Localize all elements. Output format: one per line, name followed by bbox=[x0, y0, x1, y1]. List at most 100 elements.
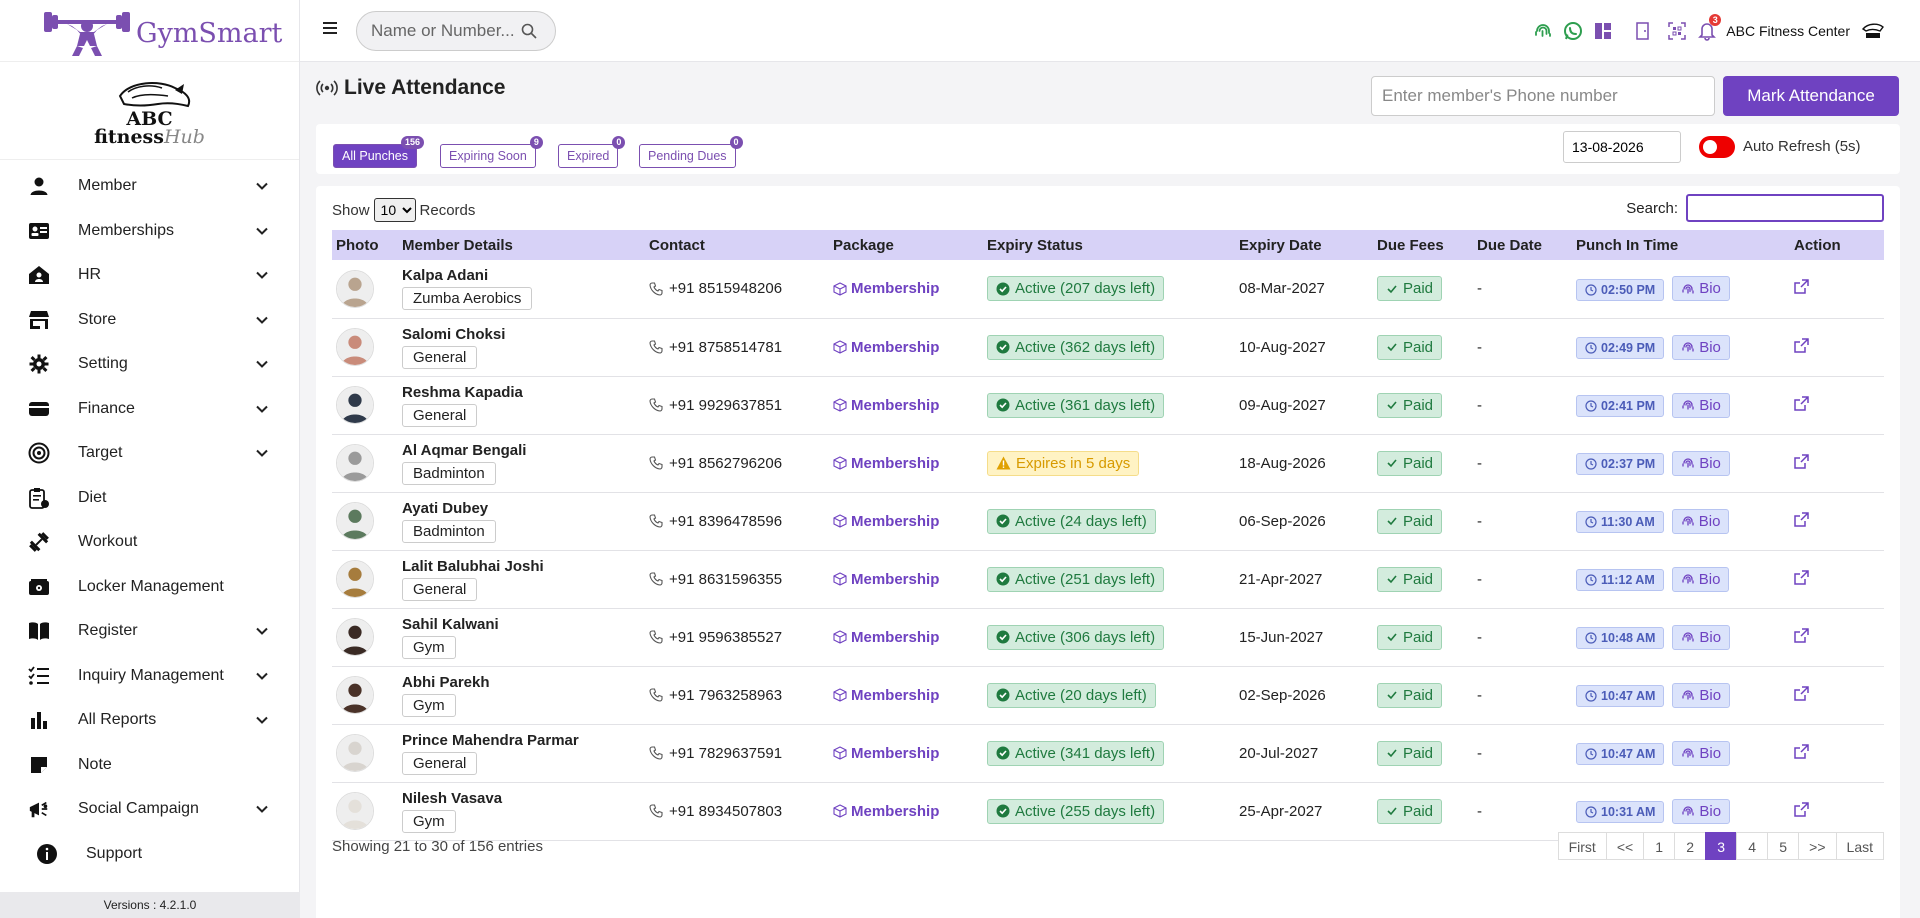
member-photo[interactable] bbox=[336, 269, 374, 308]
column-header-action[interactable]: Action bbox=[1790, 230, 1884, 260]
sidebar-item-locker-management[interactable]: Locker Management bbox=[0, 565, 299, 610]
date-picker-input[interactable] bbox=[1563, 131, 1681, 163]
dashboard-layout-icon[interactable] bbox=[1588, 16, 1618, 46]
sidebar-item-note[interactable]: Note bbox=[0, 743, 299, 788]
pagination-page-2[interactable]: 2 bbox=[1674, 832, 1707, 860]
sidebar-item-inquiry-management[interactable]: Inquiry Management bbox=[0, 654, 299, 699]
member-photo[interactable] bbox=[336, 560, 374, 598]
sidebar-item-finance[interactable]: Finance bbox=[0, 387, 299, 432]
table-search-input[interactable] bbox=[1686, 194, 1884, 222]
door-icon[interactable] bbox=[1628, 16, 1658, 46]
qr-scan-icon[interactable] bbox=[1662, 16, 1692, 46]
column-header-due-date[interactable]: Due Date bbox=[1473, 230, 1572, 260]
table-row[interactable]: Salomi Choksi General +91 8758514781 Mem… bbox=[332, 318, 1884, 376]
whatsapp-icon[interactable] bbox=[1558, 16, 1588, 46]
sidebar-item-hr[interactable]: HR bbox=[0, 253, 299, 298]
table-row[interactable]: Reshma Kapadia General +91 9929637851 Me… bbox=[332, 376, 1884, 434]
member-photo[interactable] bbox=[336, 328, 374, 366]
chevron-down-icon[interactable] bbox=[255, 402, 269, 416]
pagination-prev[interactable]: << bbox=[1605, 832, 1645, 860]
sidebar-item-diet[interactable]: Diet bbox=[0, 476, 299, 521]
member-photo[interactable] bbox=[336, 734, 374, 772]
sidebar-item-target[interactable]: Target bbox=[0, 431, 299, 476]
member-photo[interactable] bbox=[336, 792, 374, 830]
package-link[interactable]: Membership bbox=[851, 687, 939, 704]
member-phone[interactable]: +91 7829637591 bbox=[669, 745, 782, 762]
chevron-down-icon[interactable] bbox=[255, 713, 269, 727]
auto-refresh-toggle[interactable] bbox=[1699, 136, 1735, 158]
column-header-punch-in-time[interactable]: Punch In Time bbox=[1572, 230, 1790, 260]
sidebar-item-workout[interactable]: Workout bbox=[0, 520, 299, 565]
chevron-down-icon[interactable] bbox=[255, 268, 269, 282]
search-icon[interactable] bbox=[521, 23, 537, 39]
center-logo-icon[interactable] bbox=[1858, 16, 1888, 46]
member-phone[interactable]: +91 8515948206 bbox=[669, 280, 782, 297]
package-link[interactable]: Membership bbox=[851, 397, 939, 414]
sidebar-item-social-campaign[interactable]: Social Campaign bbox=[0, 787, 299, 832]
fingerprint-icon[interactable] bbox=[1528, 16, 1558, 46]
pagination-page-5[interactable]: 5 bbox=[1767, 832, 1800, 860]
package-link[interactable]: Membership bbox=[851, 339, 939, 356]
external-link-icon[interactable] bbox=[1794, 685, 1809, 701]
member-name[interactable]: Al Aqmar Bengali bbox=[402, 442, 641, 459]
external-link-icon[interactable] bbox=[1794, 279, 1809, 294]
sidebar-item-store[interactable]: Store bbox=[0, 298, 299, 343]
package-link[interactable]: Membership bbox=[851, 745, 939, 762]
sidebar-item-all-reports[interactable]: All Reports bbox=[0, 698, 299, 743]
external-link-icon[interactable] bbox=[1794, 569, 1809, 585]
global-search-input[interactable] bbox=[371, 21, 521, 41]
external-link-icon[interactable] bbox=[1794, 453, 1809, 469]
member-photo[interactable] bbox=[336, 618, 374, 656]
page-size-select[interactable]: 10 bbox=[373, 198, 416, 222]
chevron-down-icon[interactable] bbox=[255, 802, 269, 816]
package-link[interactable]: Membership bbox=[851, 629, 939, 646]
member-phone-input[interactable] bbox=[1371, 76, 1715, 116]
external-link-icon[interactable] bbox=[1794, 801, 1809, 817]
member-phone[interactable]: +91 8562796206 bbox=[669, 455, 782, 472]
column-header-member-details[interactable]: Member Details bbox=[398, 230, 645, 260]
member-phone[interactable]: +91 7963258963 bbox=[669, 687, 782, 704]
external-link-icon[interactable] bbox=[1794, 337, 1809, 353]
sidebar-item-member[interactable]: Member bbox=[0, 164, 299, 209]
member-phone[interactable]: +91 8758514781 bbox=[669, 339, 782, 356]
chevron-down-icon[interactable] bbox=[255, 624, 269, 638]
pagination-page-4[interactable]: 4 bbox=[1736, 832, 1769, 860]
table-row[interactable]: Al Aqmar Bengali Badminton +91 856279620… bbox=[332, 434, 1884, 492]
chevron-down-icon[interactable] bbox=[255, 313, 269, 327]
pagination-next[interactable]: >> bbox=[1798, 832, 1837, 860]
chevron-down-icon[interactable] bbox=[255, 179, 269, 193]
pagination-page-1[interactable]: 1 bbox=[1643, 832, 1676, 860]
table-row[interactable]: Sahil Kalwani Gym +91 9596385527 Members… bbox=[332, 608, 1884, 666]
pagination-page-3[interactable]: 3 bbox=[1705, 832, 1738, 860]
member-name[interactable]: Lalit Balubhai Joshi bbox=[402, 558, 641, 575]
member-phone[interactable]: +91 8934507803 bbox=[669, 803, 782, 820]
filter-expiring-soon-button[interactable]: Expiring Soon 9 bbox=[440, 136, 543, 168]
member-name[interactable]: Kalpa Adani bbox=[402, 267, 641, 284]
package-link[interactable]: Membership bbox=[851, 803, 939, 820]
member-phone[interactable]: +91 8396478596 bbox=[669, 513, 782, 530]
member-name[interactable]: Reshma Kapadia bbox=[402, 384, 641, 401]
pagination-last[interactable]: Last bbox=[1835, 832, 1884, 860]
external-link-icon[interactable] bbox=[1794, 511, 1809, 527]
mark-attendance-button[interactable]: Mark Attendance bbox=[1723, 76, 1899, 116]
chevron-down-icon[interactable] bbox=[255, 224, 269, 238]
column-header-package[interactable]: Package bbox=[829, 230, 983, 260]
filter-all-punches-button[interactable]: All Punches 156 bbox=[333, 136, 425, 168]
member-photo[interactable] bbox=[336, 676, 374, 714]
member-name[interactable]: Abhi Parekh bbox=[402, 674, 641, 691]
sidebar-item-memberships[interactable]: Memberships bbox=[0, 209, 299, 254]
member-phone[interactable]: +91 9929637851 bbox=[669, 397, 782, 414]
table-row[interactable]: Prince Mahendra Parmar General +91 78296… bbox=[332, 724, 1884, 782]
member-phone[interactable]: +91 9596385527 bbox=[669, 629, 782, 646]
sidebar-item-register[interactable]: Register bbox=[0, 609, 299, 654]
external-link-icon[interactable] bbox=[1794, 627, 1809, 643]
pagination-first[interactable]: First bbox=[1557, 832, 1607, 860]
member-photo[interactable] bbox=[336, 502, 374, 540]
notification-bell-icon[interactable]: 3 bbox=[1692, 14, 1722, 46]
external-link-icon[interactable] bbox=[1794, 395, 1809, 411]
column-header-due-fees[interactable]: Due Fees bbox=[1373, 230, 1473, 260]
member-photo[interactable] bbox=[336, 444, 374, 482]
member-name[interactable]: Ayati Dubey bbox=[402, 500, 641, 517]
sidebar-item-support[interactable]: Support bbox=[0, 832, 299, 877]
table-row[interactable]: Ayati Dubey Badminton +91 8396478596 Mem… bbox=[332, 492, 1884, 550]
